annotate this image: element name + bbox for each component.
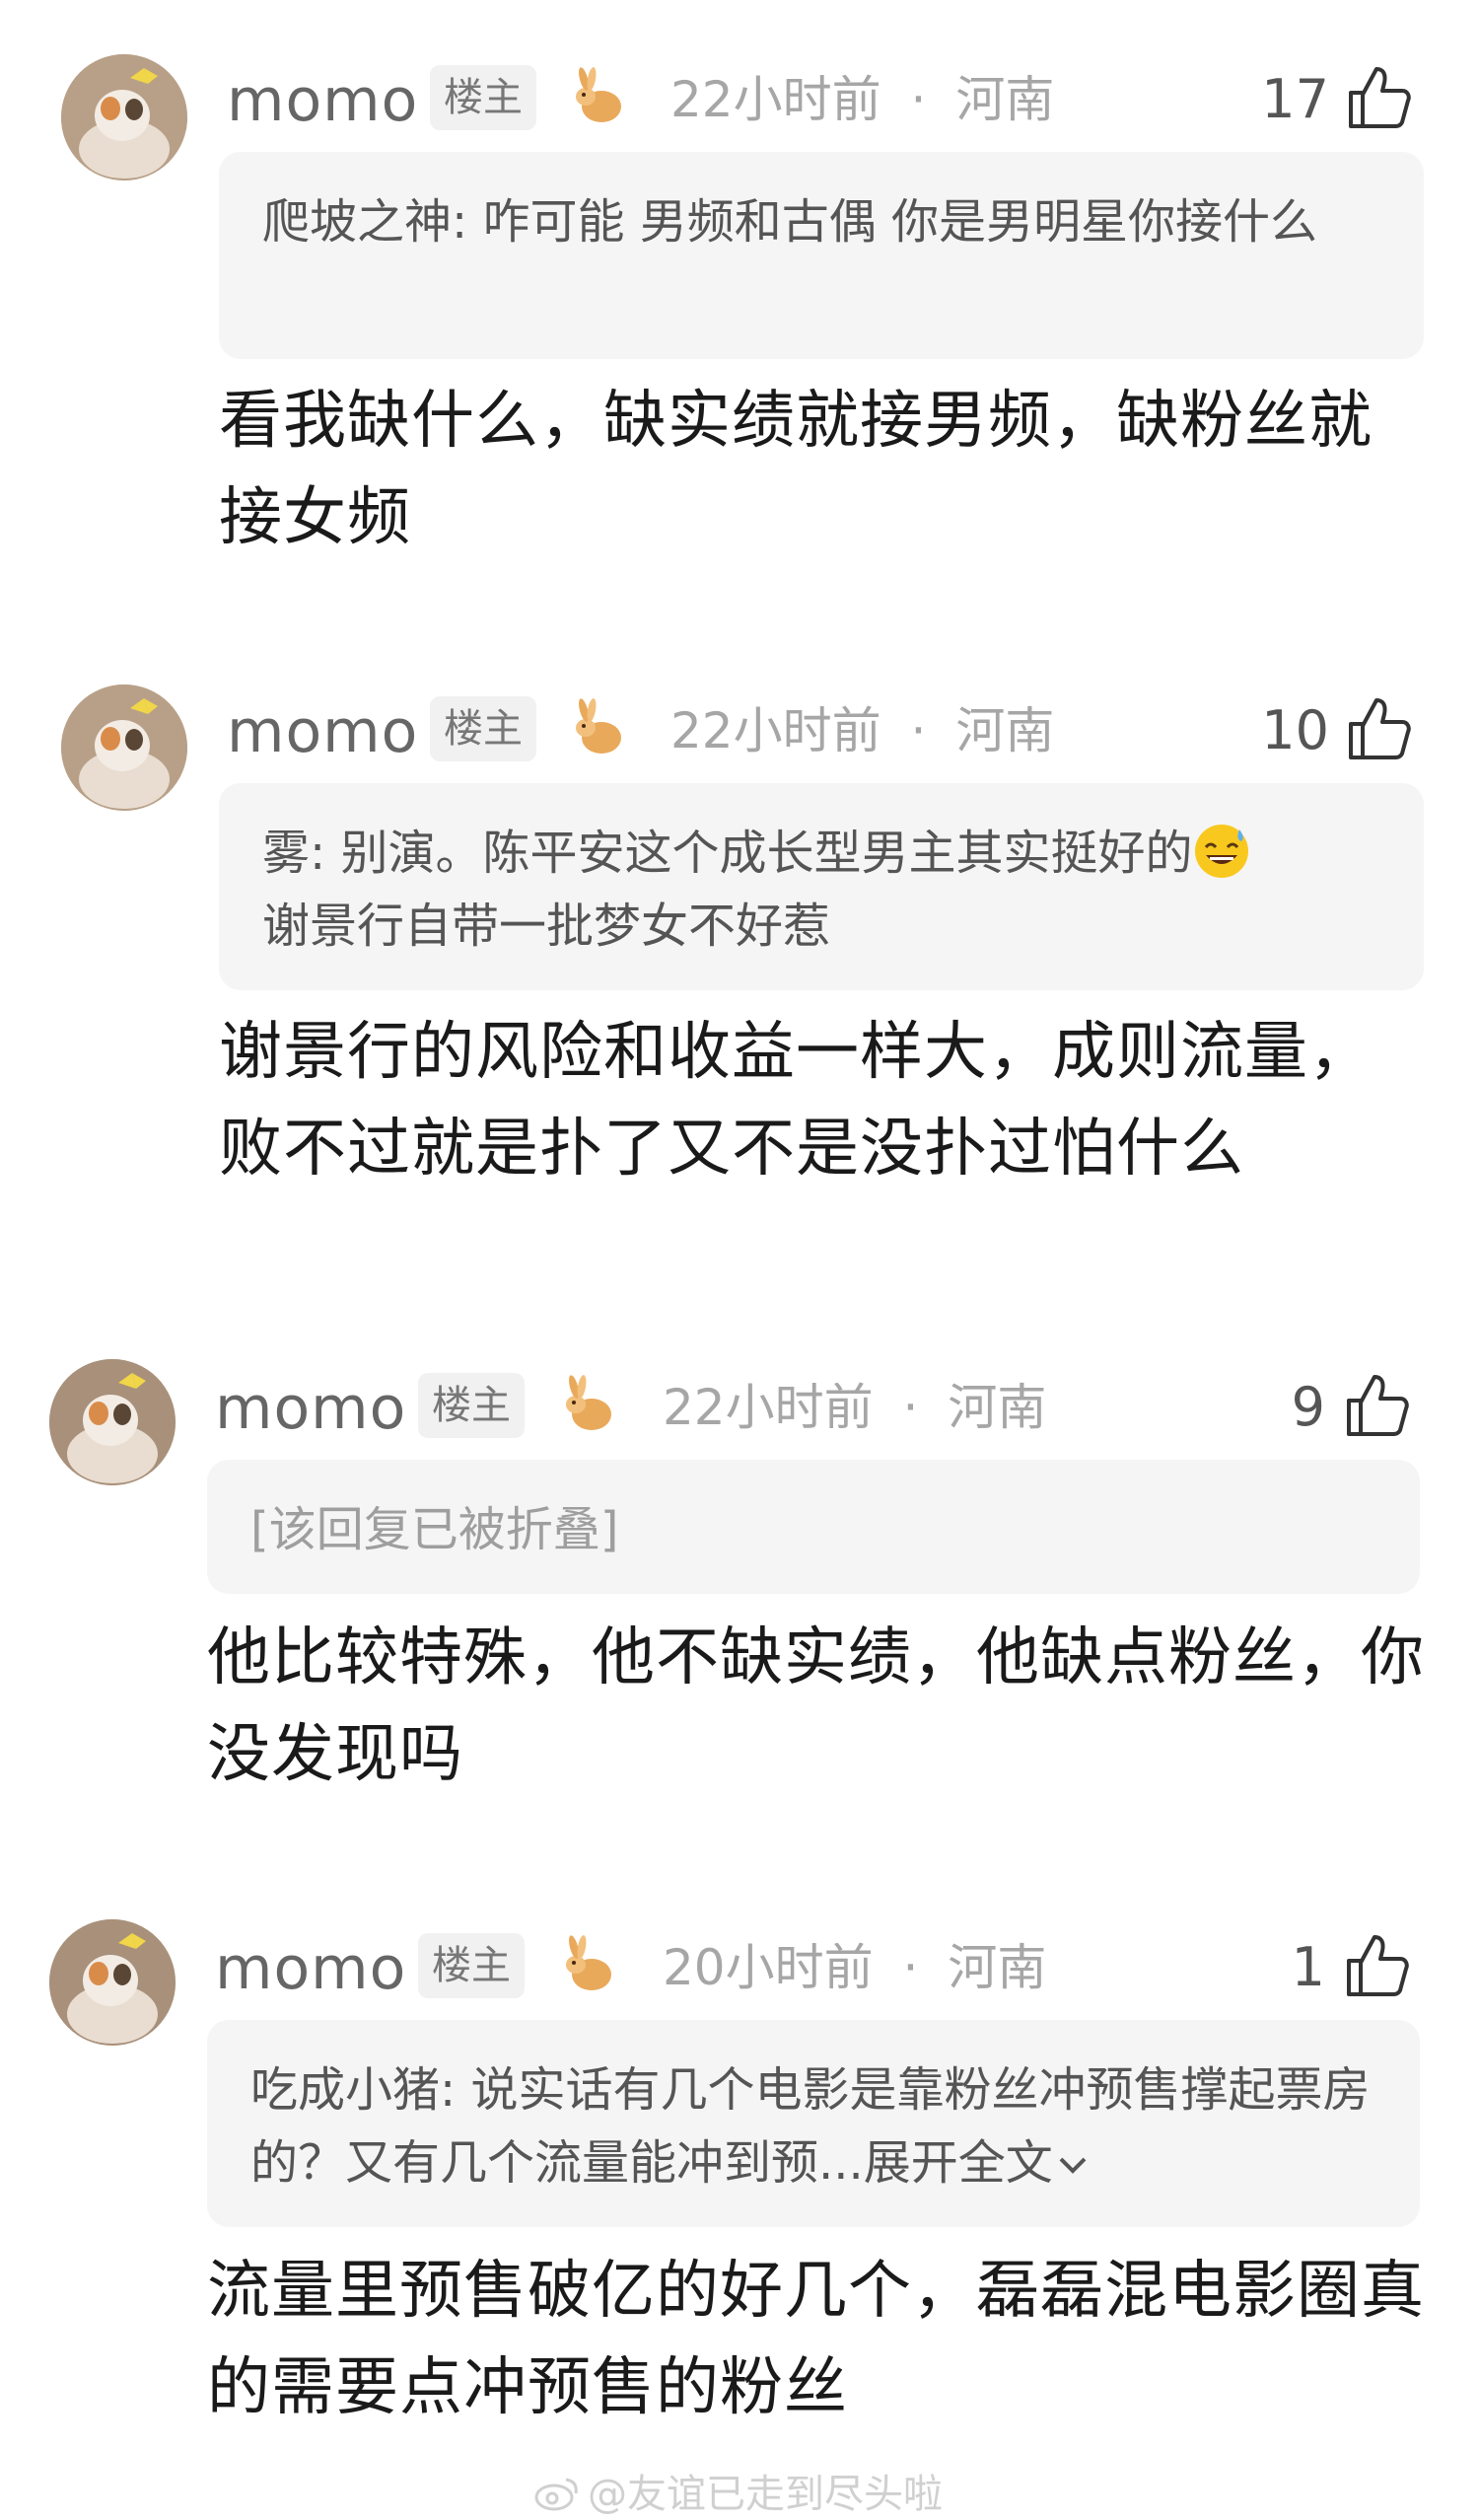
rabbit-medal-icon xyxy=(576,67,621,122)
time-text: 22小时前 xyxy=(670,702,881,759)
op-badge: 楼主 xyxy=(418,1373,525,1438)
like-count: 10 xyxy=(1261,699,1329,761)
thumbs-up-icon[interactable] xyxy=(1343,692,1414,763)
thumbs-up-icon[interactable] xyxy=(1341,1929,1412,2000)
op-badge: 楼主 xyxy=(430,65,536,130)
location-text: 河南 xyxy=(948,1379,1047,1436)
op-badge: 楼主 xyxy=(430,696,536,761)
quoted-reply[interactable]: 雾: 别演。陈平安这个成长型男主其实挺好的 谢景行自带一批梦女不好惹 xyxy=(219,783,1424,990)
username[interactable]: momo xyxy=(215,1379,406,1438)
quoted-reply[interactable]: 爬坡之神: 咋可能 男频和古偶 你是男明星你接什么 xyxy=(219,152,1424,359)
thumbs-up-icon[interactable] xyxy=(1343,61,1414,132)
avatar[interactable] xyxy=(49,1919,176,2046)
reply-text: 流量里预售破亿的好几个，磊磊混电影圈真的需要点冲预售的粉丝 xyxy=(207,2255,1425,2424)
comment-meta: 20小时前 · 河南 xyxy=(663,1943,1046,1992)
quoted-text-line2: 谢景行自带一批梦女不好惹 xyxy=(262,899,831,954)
like-count: 1 xyxy=(1291,1936,1325,1998)
separator: · xyxy=(910,71,927,128)
avatar[interactable] xyxy=(49,1359,176,1485)
comment-meta: 22小时前 · 河南 xyxy=(663,1383,1046,1432)
rabbit-medal-icon xyxy=(576,698,621,754)
quoted-reply[interactable]: 吃成小猪: 说实话有几个电影是靠粉丝冲预售撑起票房的？又有几个流量能冲到预...… xyxy=(207,2020,1420,2227)
quoted-username[interactable]: 吃成小猪: xyxy=(250,2062,456,2118)
quoted-text: 咋可能 男频和古偶 你是男明星你接什么 xyxy=(467,194,1317,250)
op-badge: 楼主 xyxy=(418,1933,525,1998)
like-count: 17 xyxy=(1261,68,1329,130)
separator: · xyxy=(902,1379,919,1436)
separator: · xyxy=(902,1939,919,1996)
quoted-text: 别演。陈平安这个成长型男主其实挺好的 xyxy=(325,826,1193,881)
thumbs-up-icon[interactable] xyxy=(1341,1369,1412,1440)
comment-meta: 22小时前 · 河南 xyxy=(670,75,1054,124)
avatar[interactable] xyxy=(61,54,187,180)
expand-label: 展开全文 xyxy=(863,2135,1053,2191)
username[interactable]: momo xyxy=(215,1939,406,1998)
location-text: 河南 xyxy=(955,71,1055,128)
time-text: 20小时前 xyxy=(663,1939,874,1996)
avatar[interactable] xyxy=(61,684,187,811)
quoted-username[interactable]: 雾: xyxy=(262,826,325,881)
rabbit-medal-icon xyxy=(566,1375,611,1430)
comment-meta: 22小时前 · 河南 xyxy=(670,706,1054,756)
cat-avatar-icon xyxy=(61,684,187,811)
separator: · xyxy=(910,702,927,759)
location-text: 河南 xyxy=(955,702,1055,759)
chevron-down-icon xyxy=(1059,2157,1087,2174)
expand-full-text-link[interactable]: 展开全文 xyxy=(864,2135,1092,2191)
rabbit-medal-icon xyxy=(566,1935,611,1990)
cat-avatar-icon xyxy=(61,54,187,180)
reply-text: 看我缺什么，缺实绩就接男频，缺粉丝就接女频 xyxy=(219,385,1373,554)
watermark-text: @友谊已走到尽头啦 xyxy=(588,2472,943,2517)
cat-avatar-icon xyxy=(49,1919,176,2046)
weibo-logo-icon xyxy=(534,2478,578,2511)
username[interactable]: momo xyxy=(227,702,418,761)
cat-avatar-icon xyxy=(49,1359,176,1485)
reply-text: 他比较特殊，他不缺实绩，他缺点粉丝，你没发现吗 xyxy=(207,1621,1425,1791)
location-text: 河南 xyxy=(948,1939,1047,1996)
username[interactable]: momo xyxy=(227,71,418,130)
like-count: 9 xyxy=(1291,1376,1325,1438)
sweat-smile-emoji xyxy=(1195,825,1249,878)
time-text: 22小时前 xyxy=(670,71,881,128)
time-text: 22小时前 xyxy=(663,1379,874,1436)
folded-notice: [该回复已被折叠] xyxy=(250,1502,619,1557)
reply-text: 谢景行的风险和收益一样大，成则流量，败不过就是扑了又不是没扑过怕什么 xyxy=(219,1016,1373,1186)
watermark: @友谊已走到尽头啦 xyxy=(532,2462,943,2519)
folded-reply[interactable]: [该回复已被折叠] xyxy=(207,1460,1420,1594)
quoted-username[interactable]: 爬坡之神: xyxy=(262,194,467,250)
